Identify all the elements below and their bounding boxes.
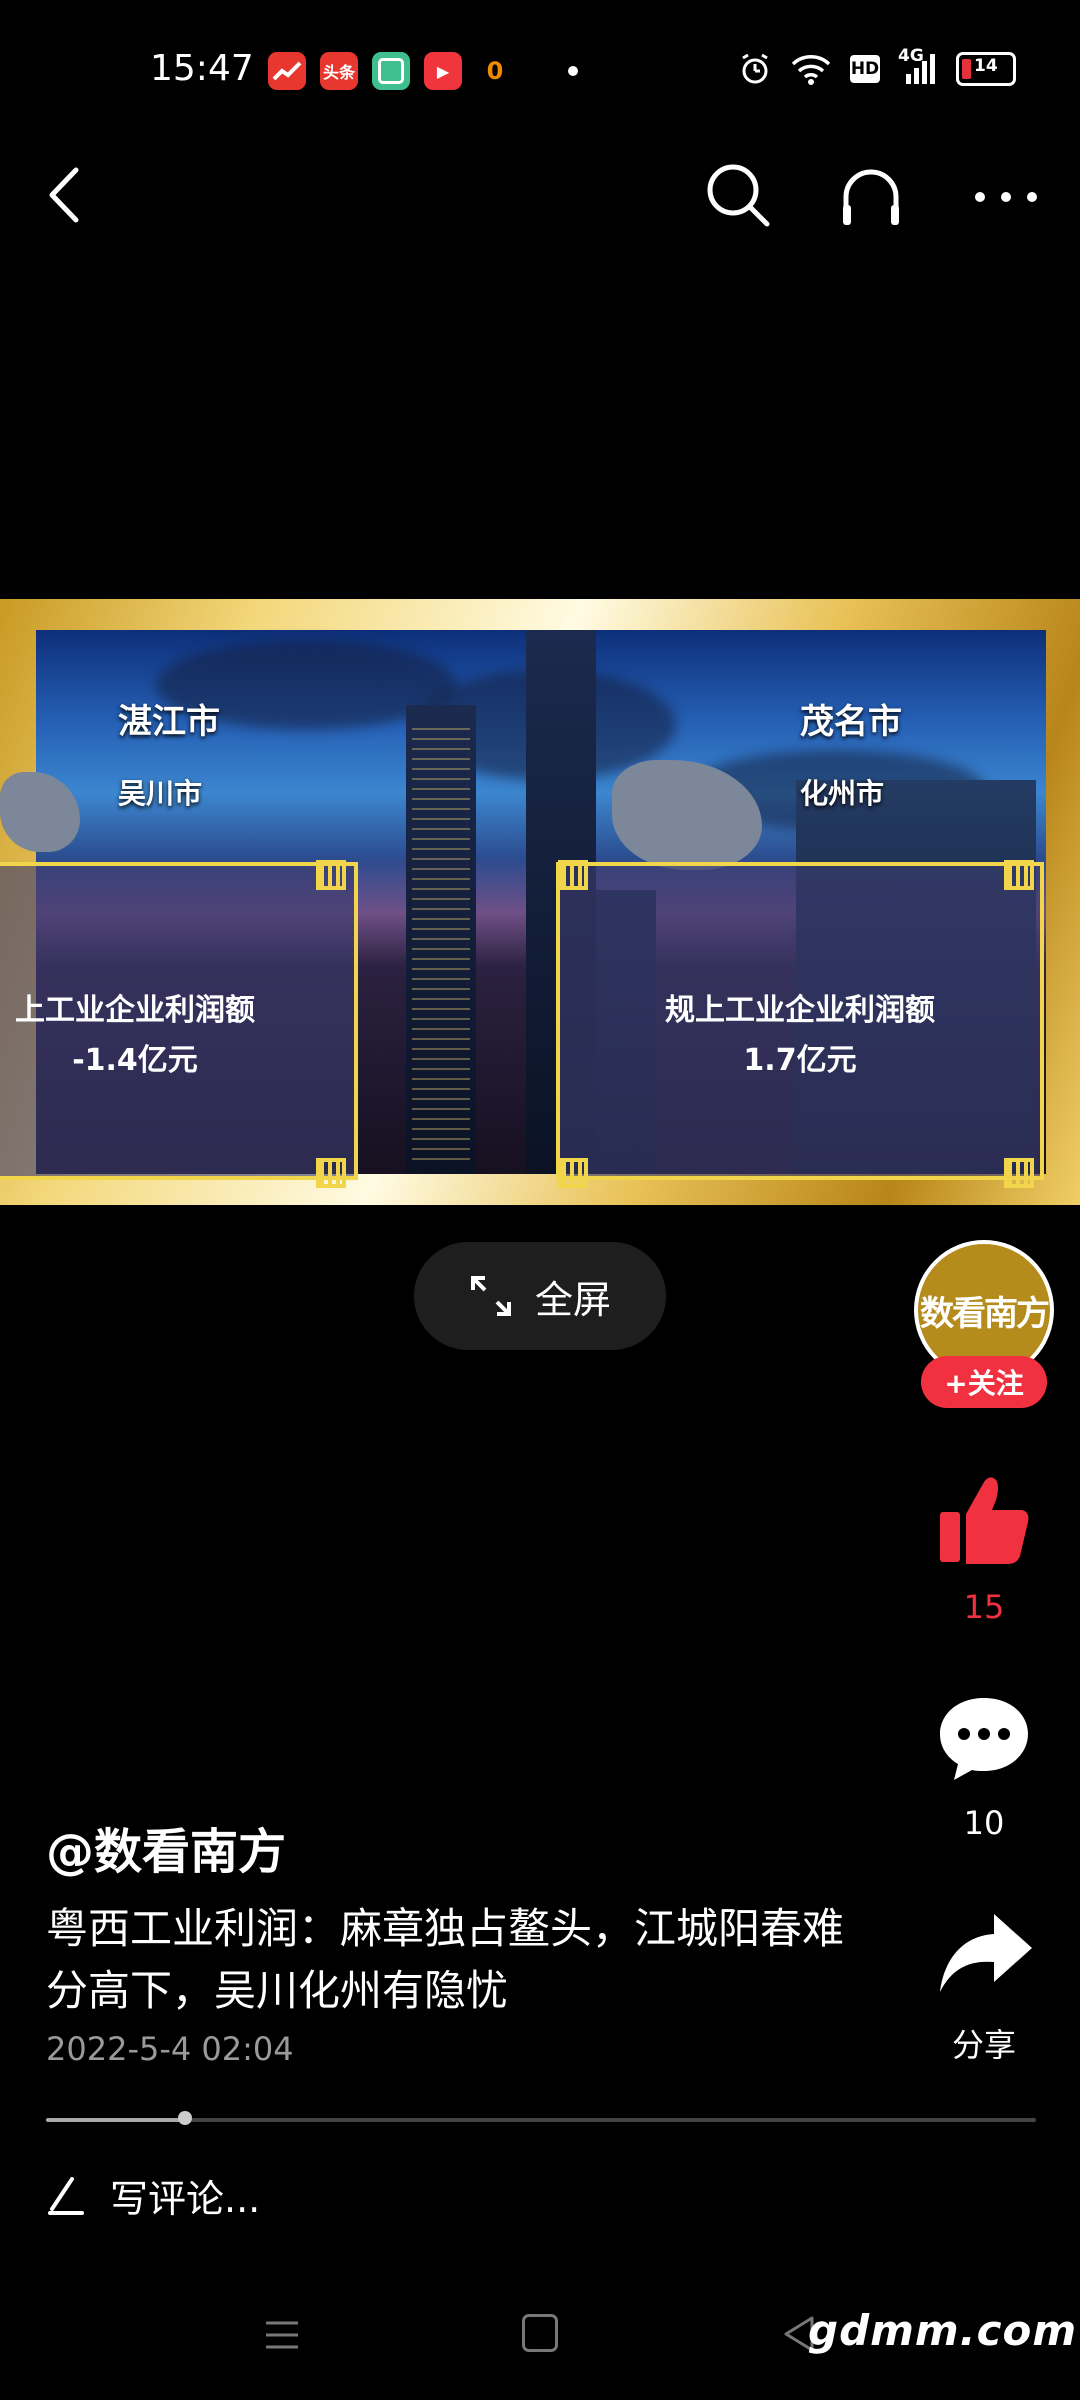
follow-button[interactable]: +关注	[921, 1356, 1047, 1408]
video-app-icon: ▶	[424, 52, 462, 90]
right-city-label: 茂名市	[800, 702, 902, 742]
share-label[interactable]: 分享	[904, 2020, 1064, 2066]
fullscreen-label: 全屏	[534, 1277, 611, 1322]
right-stat-panel: 规上工业企业利润额 1.7亿元	[556, 862, 1044, 1180]
stock-app-icon	[268, 52, 306, 90]
right-county-label: 化州市	[800, 777, 885, 810]
frame-corner	[316, 1158, 346, 1188]
battery-icon: 14	[956, 52, 1016, 86]
home-icon[interactable]	[522, 2314, 558, 2352]
post-caption: 粤西工业利润：麻章独占鳌头，江城阳春难分高下，吴川化州有隐忧	[46, 1904, 845, 2015]
signal-icon: 4G	[898, 46, 938, 86]
fullscreen-button[interactable]: 全屏	[414, 1242, 666, 1350]
orange-app-icon: 0	[486, 57, 504, 85]
comment-count: 10	[963, 1804, 1005, 1842]
battery-level: 14	[974, 56, 998, 76]
left-stat-panel: 上工业企业利润额 -1.4亿元	[0, 862, 358, 1180]
thumbs-up-icon[interactable]	[934, 1470, 1034, 1570]
comment-input[interactable]: 写评论...	[46, 2160, 260, 2230]
post-date: 2022-5-4 02:04	[46, 2030, 294, 2068]
frame-corner	[558, 860, 588, 890]
left-metric-label: 上工业企业利润额	[15, 993, 255, 1028]
headphones-icon[interactable]	[840, 165, 902, 229]
frame-corner	[1004, 1158, 1034, 1188]
video-progress-fill	[46, 2118, 185, 2122]
video-progress-handle[interactable]	[178, 2111, 192, 2125]
left-city-label: 湛江市	[118, 702, 220, 742]
right-metric-value: 1.7亿元	[743, 1043, 857, 1078]
like-count: 15	[963, 1588, 1005, 1626]
frame-corner	[316, 860, 346, 890]
status-bar: 15:47 头条 ▶ 0 HD 4G 14	[0, 0, 1080, 140]
right-metric-label: 规上工业企业利润额	[665, 993, 935, 1028]
hd-badge: HD	[850, 55, 880, 83]
comment-icon[interactable]	[936, 1694, 1032, 1784]
author-handle[interactable]: @数看南方	[46, 1812, 286, 1882]
comment-placeholder: 写评论...	[110, 2176, 261, 2221]
search-icon[interactable]	[705, 162, 771, 228]
video-progress-track[interactable]	[46, 2118, 1036, 2122]
back-icon[interactable]	[40, 160, 90, 230]
skyscraper-lights	[412, 720, 470, 1160]
recent-apps-icon[interactable]	[264, 2318, 300, 2352]
avatar-text: 数看南方	[920, 1293, 1050, 1334]
pen-icon	[48, 2177, 84, 2215]
watermark: gdmm.com	[808, 2306, 1078, 2355]
status-indicators: HD 4G 14	[738, 46, 1016, 86]
green-app-icon	[372, 52, 410, 90]
left-county-label: 吴川市	[118, 777, 203, 810]
wifi-icon	[791, 55, 831, 85]
notification-icons: 头条 ▶ 0	[268, 52, 578, 90]
share-icon[interactable]	[936, 1910, 1036, 1996]
more-options-icon[interactable]	[970, 172, 1042, 222]
left-metric-value: -1.4亿元	[72, 1043, 198, 1078]
hd-label: HD	[850, 59, 880, 79]
expand-icon	[470, 1276, 511, 1316]
frame-corner	[1004, 860, 1034, 890]
more-notifications-dot-icon	[568, 66, 578, 76]
alarm-icon	[742, 53, 768, 84]
status-time: 15:47	[150, 48, 254, 89]
toutiao-app-icon: 头条	[320, 52, 358, 90]
frame-corner	[558, 1158, 588, 1188]
